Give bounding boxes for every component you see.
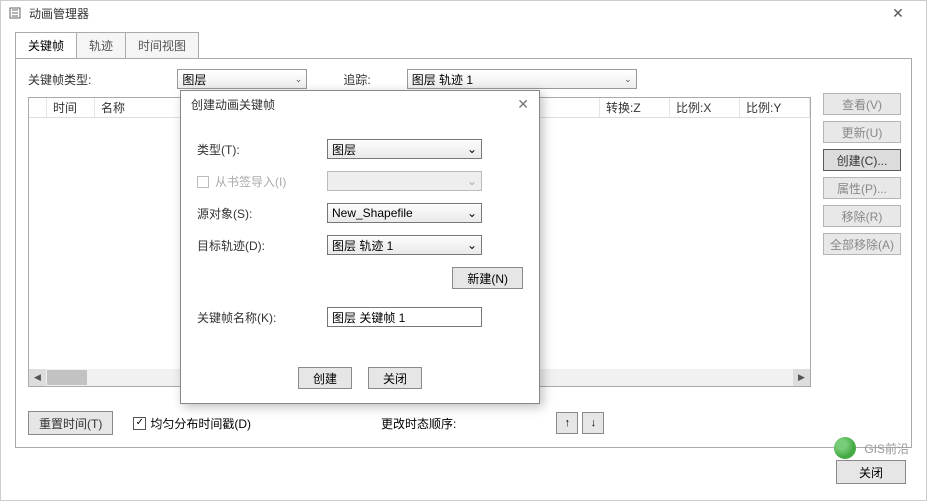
move-up-button[interactable]: ↑ [556, 412, 578, 434]
source-value: New_Shapefile [332, 206, 413, 220]
source-combo[interactable]: New_Shapefile ⌄ [327, 203, 482, 223]
col-time[interactable]: 时间 [47, 98, 95, 117]
type-value: 图层 [332, 141, 356, 158]
chevron-down-icon: ⌄ [624, 74, 632, 85]
watermark: GIS前沿 [834, 437, 909, 459]
view-button[interactable]: 查看(V) [823, 93, 901, 115]
type-label: 类型(T): [197, 141, 327, 158]
close-button[interactable]: 关闭 [836, 460, 906, 484]
target-label: 目标轨迹(D): [197, 237, 327, 254]
col-scale-y[interactable]: 比例:Y [740, 98, 810, 117]
chevron-down-icon: ⌄ [467, 174, 477, 188]
title-bar: 动画管理器 ✕ [1, 1, 926, 25]
dialog-title-bar: 创建动画关键帧 ✕ [181, 91, 539, 117]
track-combo[interactable]: 图层 轨迹 1 ⌄ [407, 69, 637, 89]
chevron-down-icon: ⌄ [467, 238, 477, 252]
tab-strip: 关键帧 轨迹 时间视图 [1, 25, 926, 58]
change-order-label: 更改时态顺序: [381, 415, 456, 432]
dialog-close-button[interactable]: 关闭 [368, 367, 422, 389]
window-title: 动画管理器 [29, 5, 89, 22]
scroll-left-icon[interactable]: ◀ [29, 369, 46, 386]
chevron-down-icon: ⌄ [467, 142, 477, 156]
create-keyframe-dialog: 创建动画关键帧 ✕ 类型(T): 图层 ⌄ 从书签导入(I) ⌄ 源对象(S):… [180, 90, 540, 404]
import-combo: ⌄ [327, 171, 482, 191]
col-transform-z[interactable]: 转换:Z [600, 98, 670, 117]
new-track-button[interactable]: 新建(N) [452, 267, 523, 289]
tab-keyframes[interactable]: 关键帧 [15, 32, 77, 59]
dialog-footer: 创建 关闭 [181, 355, 539, 403]
target-value: 图层 轨迹 1 [332, 237, 393, 254]
track-label: 追踪: [343, 71, 370, 88]
kf-name-label: 关键帧名称(K): [197, 309, 327, 326]
target-combo[interactable]: 图层 轨迹 1 ⌄ [327, 235, 482, 255]
remove-all-button[interactable]: 全部移除(A) [823, 233, 901, 255]
create-button[interactable]: 创建(C)... [823, 149, 901, 171]
type-combo[interactable]: 图层 ⌄ [327, 139, 482, 159]
dialog-create-button[interactable]: 创建 [298, 367, 352, 389]
scroll-right-icon[interactable]: ▶ [793, 369, 810, 386]
bottom-controls: 重置时间(T) 均匀分布时间戳(D) 更改时态顺序: ↑ ↓ [28, 411, 899, 435]
dialog-title: 创建动画关键帧 [191, 96, 275, 113]
col-select[interactable] [29, 98, 47, 117]
distribute-label: 均匀分布时间戳(D) [150, 415, 251, 432]
side-button-panel: 查看(V) 更新(U) 创建(C)... 属性(P)... 移除(R) 全部移除… [823, 93, 901, 255]
import-checkbox [197, 176, 209, 188]
chevron-down-icon: ⌄ [295, 74, 303, 85]
tab-tracks[interactable]: 轨迹 [76, 32, 126, 59]
keyframe-type-combo[interactable]: 图层 ⌄ [177, 69, 307, 89]
distribute-checkbox[interactable] [133, 417, 146, 430]
chevron-down-icon: ⌄ [467, 206, 477, 220]
kf-name-input[interactable] [327, 307, 482, 327]
source-label: 源对象(S): [197, 205, 327, 222]
remove-button[interactable]: 移除(R) [823, 205, 901, 227]
wechat-icon [834, 437, 856, 459]
update-button[interactable]: 更新(U) [823, 121, 901, 143]
keyframe-type-label: 关键帧类型: [28, 71, 91, 88]
move-down-button[interactable]: ↓ [582, 412, 604, 434]
window-close-button[interactable]: ✕ [878, 5, 918, 22]
scroll-thumb[interactable] [47, 370, 87, 385]
tab-time-view[interactable]: 时间视图 [125, 32, 199, 59]
watermark-text: GIS前沿 [864, 440, 909, 457]
keyframe-type-value: 图层 [182, 71, 206, 88]
track-value: 图层 轨迹 1 [412, 71, 473, 88]
col-scale-x[interactable]: 比例:X [670, 98, 740, 117]
import-bookmark-option: 从书签导入(I) [197, 173, 327, 190]
dialog-close-icon[interactable]: ✕ [517, 96, 529, 113]
properties-button[interactable]: 属性(P)... [823, 177, 901, 199]
reset-time-button[interactable]: 重置时间(T) [28, 411, 113, 435]
app-icon [9, 7, 23, 19]
